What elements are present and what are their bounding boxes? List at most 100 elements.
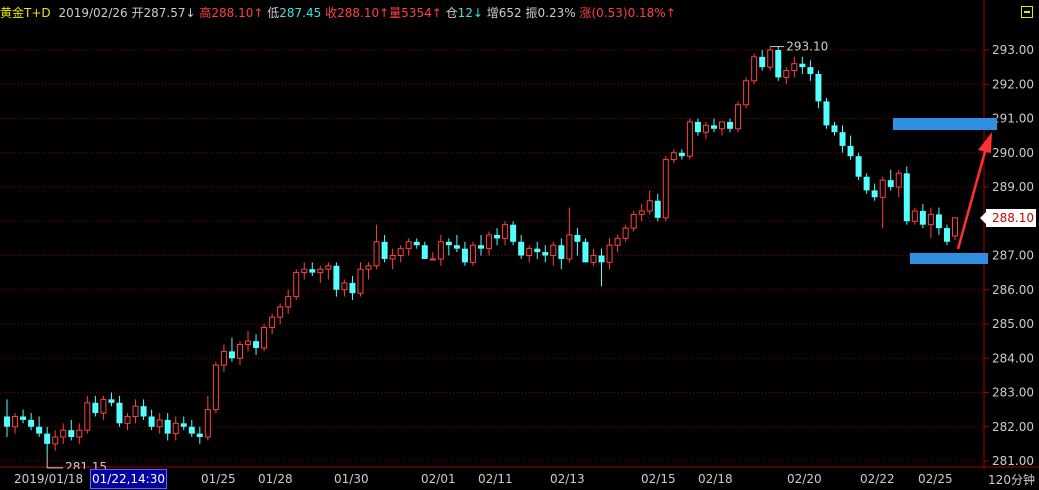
low-label: 低: [267, 6, 280, 20]
candle-body-up: [204, 409, 211, 438]
candle-body-up: [429, 258, 436, 261]
candle-body-down: [188, 426, 195, 434]
candles: [4, 46, 958, 456]
candle-body-up: [751, 56, 758, 82]
candle-body-up: [622, 227, 629, 239]
candle-body-down: [518, 241, 525, 256]
period-selector[interactable]: 120分钟: [984, 470, 1039, 490]
candle-body-down: [542, 252, 549, 256]
candle-body-up: [389, 255, 396, 260]
candle-body-down: [349, 282, 356, 294]
candle-body-up: [212, 364, 219, 411]
candle-body-down: [4, 416, 10, 427]
high-label: 高: [199, 6, 212, 20]
date-label: 02/11: [478, 472, 513, 486]
y-tick-label: 291.00: [992, 112, 1034, 126]
candle-body-up: [245, 340, 252, 346]
high-value: 288.10↑: [211, 6, 264, 20]
candle-body-down: [887, 180, 894, 187]
candle-body-down: [863, 176, 870, 191]
candle-body-down: [678, 152, 685, 157]
candle-body-down: [164, 419, 171, 434]
candle-body-down: [935, 214, 942, 229]
candle-body-down: [598, 255, 605, 263]
amplitude-label: 振: [525, 6, 538, 20]
y-tick-label: 281.00: [992, 454, 1034, 468]
candle-body-up: [646, 200, 653, 212]
candle-body-up: [670, 152, 677, 161]
y-tick-label: 282.00: [992, 420, 1034, 434]
candle-body-down: [453, 245, 460, 249]
minimize-icon[interactable]: [1021, 6, 1033, 18]
amplitude-value: 0.23%: [537, 6, 576, 20]
candle-body-up: [630, 213, 637, 229]
candle-body-down: [823, 101, 830, 126]
change-label: 涨: [579, 6, 592, 20]
candle-body-up: [124, 415, 131, 424]
price-axis: 293.00292.00291.00290.00289.00288.00287.…: [984, 43, 1034, 468]
candle-body-up: [405, 241, 412, 250]
arrow-shaft: [956, 147, 988, 250]
candle-body-down: [710, 125, 717, 129]
candle-body-up: [285, 296, 292, 308]
candle-body-down: [413, 241, 420, 246]
candle-body-up: [357, 268, 364, 294]
candle-body-down: [839, 132, 846, 146]
candle-body-down: [116, 402, 123, 424]
trend-arrow: [956, 132, 992, 250]
candle-body-up: [791, 63, 798, 72]
candle-body-up: [100, 398, 107, 414]
volume-label: 量: [389, 6, 402, 20]
y-tick-label: 287.00: [992, 249, 1034, 263]
candle-body-up: [52, 436, 59, 445]
candle-body-down: [694, 121, 701, 133]
candle-body-up: [172, 422, 179, 435]
date-label: 01/28: [258, 472, 293, 486]
arrow-head-icon: [978, 132, 992, 153]
candle-body-up: [783, 70, 790, 78]
candle-body-down: [333, 265, 340, 290]
candle-body-up: [638, 210, 645, 215]
candle-body-down: [943, 228, 950, 242]
candle-body-down: [558, 245, 565, 259]
candle-body-up: [590, 255, 597, 263]
candle-body-up: [911, 210, 918, 222]
candle-body-down: [855, 156, 862, 177]
date-label: 02/18: [698, 472, 733, 486]
candle-body-up: [341, 282, 348, 291]
increase-value: 652: [498, 6, 522, 20]
date-label: 2019/01/18: [14, 472, 84, 486]
y-tick-label: 292.00: [992, 77, 1034, 91]
date-label: 02/22: [860, 472, 895, 486]
date-label-selected[interactable]: 01/22,14:30: [90, 469, 167, 489]
instrument-name: 黄金T+D: [0, 6, 51, 20]
candle-body-up: [84, 402, 91, 431]
candle-body-down: [534, 248, 541, 253]
oi-label: 仓: [445, 6, 458, 20]
y-tick-label: 290.00: [992, 146, 1034, 160]
candle-body-down: [108, 399, 115, 403]
candle-body-down: [36, 426, 43, 434]
candle-body-down: [574, 234, 581, 242]
candle-body-up: [397, 248, 404, 256]
candle-body-up: [293, 272, 300, 298]
close-value: 288.10↑: [337, 6, 390, 20]
candle-body-up: [502, 224, 509, 239]
date-label: 02/01: [421, 472, 456, 486]
date-label: 01/25: [201, 472, 236, 486]
bar-date: 2019/02/26: [58, 6, 128, 20]
candle-body-up: [269, 316, 276, 328]
quote-header: 黄金T+D 2019/02/26 开287.57↓ 高288.10↑ 低287.…: [0, 0, 979, 26]
y-tick-label: 293.00: [992, 43, 1034, 57]
candle-body-down: [759, 56, 766, 68]
y-tick-label: 285.00: [992, 317, 1034, 331]
candle-body-down: [421, 245, 428, 259]
candle-body-down: [494, 234, 501, 239]
candlestick-chart[interactable]: 293.00292.00291.00290.00289.00288.00287.…: [0, 0, 1039, 490]
candle-body-down: [28, 419, 35, 427]
candle-body-down: [903, 173, 910, 222]
candle-body-up: [767, 49, 774, 68]
volume-value: 5354↑: [401, 6, 442, 20]
candle-body-down: [815, 73, 822, 102]
low-value: 287.45: [279, 6, 322, 20]
